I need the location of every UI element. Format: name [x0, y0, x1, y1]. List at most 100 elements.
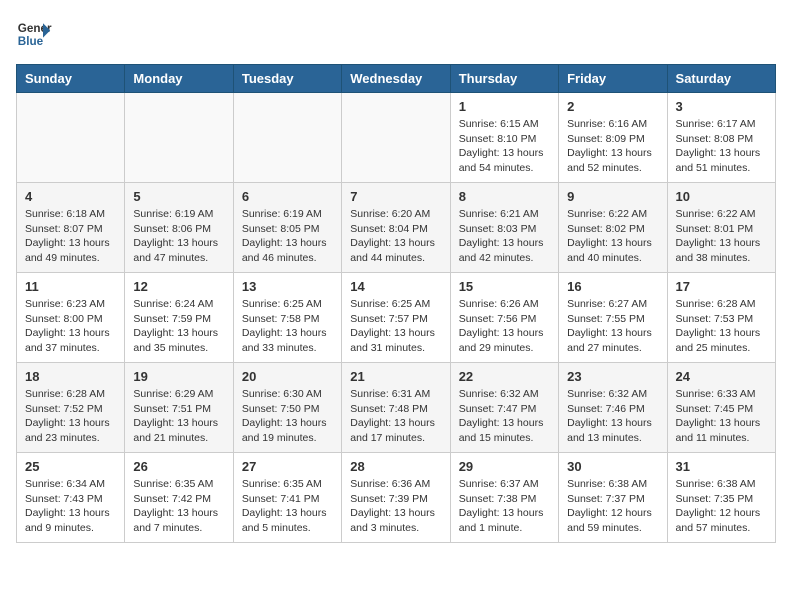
day-info: Sunrise: 6:28 AM Sunset: 7:52 PM Dayligh…	[25, 387, 116, 446]
day-number: 4	[25, 189, 116, 204]
day-info: Sunrise: 6:21 AM Sunset: 8:03 PM Dayligh…	[459, 207, 550, 266]
calendar-cell: 31Sunrise: 6:38 AM Sunset: 7:35 PM Dayli…	[667, 453, 775, 543]
day-number: 18	[25, 369, 116, 384]
day-number: 10	[676, 189, 767, 204]
day-info: Sunrise: 6:15 AM Sunset: 8:10 PM Dayligh…	[459, 117, 550, 176]
day-info: Sunrise: 6:33 AM Sunset: 7:45 PM Dayligh…	[676, 387, 767, 446]
day-number: 9	[567, 189, 658, 204]
day-info: Sunrise: 6:30 AM Sunset: 7:50 PM Dayligh…	[242, 387, 333, 446]
day-info: Sunrise: 6:23 AM Sunset: 8:00 PM Dayligh…	[25, 297, 116, 356]
calendar-cell: 19 Sunrise: 6:29 AM Sunset: 7:51 PM Dayli…	[125, 363, 233, 453]
calendar-cell: 2 Sunrise: 6:16 AM Sunset: 8:09 PM Daylig…	[559, 93, 667, 183]
day-number: 20	[242, 369, 333, 384]
day-info: Sunrise: 6:20 AM Sunset: 8:04 PM Dayligh…	[350, 207, 441, 266]
calendar-cell: 15Sunrise: 6:26 AM Sunset: 7:56 PM Dayli…	[450, 273, 558, 363]
day-info: Sunrise: 6:25 AM Sunset: 7:57 PM Dayligh…	[350, 297, 441, 356]
day-info: Sunrise: 6:25 AM Sunset: 7:58 PM Dayligh…	[242, 297, 333, 356]
day-number: 5	[133, 189, 224, 204]
calendar-cell: 22 Sunrise: 6:32 AM Sunset: 7:47 PM Dayli…	[450, 363, 558, 453]
day-number: 14	[350, 279, 441, 294]
weekday-header-wednesday: Wednesday	[342, 65, 450, 93]
day-info: Sunrise: 6:19 AM Sunset: 8:05 PM Dayligh…	[242, 207, 333, 266]
day-info: Sunrise: 6:34 AM Sunset: 7:43 PM Dayligh…	[25, 477, 116, 536]
calendar-cell: 14 Sunrise: 6:25 AM Sunset: 7:57 PM Dayli…	[342, 273, 450, 363]
calendar-cell: 28Sunrise: 6:36 AM Sunset: 7:39 PM Dayli…	[342, 453, 450, 543]
calendar-cell	[125, 93, 233, 183]
weekday-header-thursday: Thursday	[450, 65, 558, 93]
day-number: 26	[133, 459, 224, 474]
calendar-cell: 5 Sunrise: 6:19 AM Sunset: 8:06 PM Daylig…	[125, 183, 233, 273]
day-number: 22	[459, 369, 550, 384]
day-number: 27	[242, 459, 333, 474]
calendar-cell: 8 Sunrise: 6:21 AM Sunset: 8:03 PM Daylig…	[450, 183, 558, 273]
page-header: General Blue	[16, 16, 776, 52]
day-number: 15	[459, 279, 550, 294]
day-number: 21	[350, 369, 441, 384]
day-info: Sunrise: 6:32 AM Sunset: 7:47 PM Dayligh…	[459, 387, 550, 446]
day-number: 29	[459, 459, 550, 474]
day-info: Sunrise: 6:36 AM Sunset: 7:39 PM Dayligh…	[350, 477, 441, 536]
calendar-cell	[342, 93, 450, 183]
day-info: Sunrise: 6:35 AM Sunset: 7:42 PM Dayligh…	[133, 477, 224, 536]
weekday-header-monday: Monday	[125, 65, 233, 93]
day-number: 23	[567, 369, 658, 384]
day-info: Sunrise: 6:18 AM Sunset: 8:07 PM Dayligh…	[25, 207, 116, 266]
day-number: 16	[567, 279, 658, 294]
day-number: 19	[133, 369, 224, 384]
logo: General Blue	[16, 16, 56, 52]
day-info: Sunrise: 6:38 AM Sunset: 7:37 PM Dayligh…	[567, 477, 658, 536]
calendar-cell: 25 Sunrise: 6:34 AM Sunset: 7:43 PM Dayli…	[17, 453, 125, 543]
calendar-week-5: 25 Sunrise: 6:34 AM Sunset: 7:43 PM Dayli…	[17, 453, 776, 543]
calendar-cell: 26 Sunrise: 6:35 AM Sunset: 7:42 PM Dayli…	[125, 453, 233, 543]
day-info: Sunrise: 6:35 AM Sunset: 7:41 PM Dayligh…	[242, 477, 333, 536]
day-info: Sunrise: 6:19 AM Sunset: 8:06 PM Dayligh…	[133, 207, 224, 266]
day-info: Sunrise: 6:29 AM Sunset: 7:51 PM Dayligh…	[133, 387, 224, 446]
day-number: 13	[242, 279, 333, 294]
calendar-cell: 3Sunrise: 6:17 AM Sunset: 8:08 PM Daylig…	[667, 93, 775, 183]
calendar-cell: 12 Sunrise: 6:24 AM Sunset: 7:59 PM Dayli…	[125, 273, 233, 363]
day-info: Sunrise: 6:28 AM Sunset: 7:53 PM Dayligh…	[676, 297, 767, 356]
day-number: 8	[459, 189, 550, 204]
calendar-cell: 27 Sunrise: 6:35 AM Sunset: 7:41 PM Dayli…	[233, 453, 341, 543]
day-info: Sunrise: 6:32 AM Sunset: 7:46 PM Dayligh…	[567, 387, 658, 446]
calendar-cell: 18 Sunrise: 6:28 AM Sunset: 7:52 PM Dayli…	[17, 363, 125, 453]
calendar-table: SundayMondayTuesdayWednesdayThursdayFrid…	[16, 64, 776, 543]
day-number: 6	[242, 189, 333, 204]
calendar-cell: 21 Sunrise: 6:31 AM Sunset: 7:48 PM Dayli…	[342, 363, 450, 453]
day-number: 25	[25, 459, 116, 474]
day-info: Sunrise: 6:24 AM Sunset: 7:59 PM Dayligh…	[133, 297, 224, 356]
calendar-cell: 11 Sunrise: 6:23 AM Sunset: 8:00 PM Dayli…	[17, 273, 125, 363]
day-number: 12	[133, 279, 224, 294]
day-number: 24	[676, 369, 767, 384]
calendar-cell: 20 Sunrise: 6:30 AM Sunset: 7:50 PM Dayli…	[233, 363, 341, 453]
day-number: 3	[676, 99, 767, 114]
day-number: 7	[350, 189, 441, 204]
day-number: 31	[676, 459, 767, 474]
weekday-header-tuesday: Tuesday	[233, 65, 341, 93]
calendar-cell: 1Sunrise: 6:15 AM Sunset: 8:10 PM Daylig…	[450, 93, 558, 183]
svg-text:Blue: Blue	[18, 35, 44, 48]
calendar-cell: 16Sunrise: 6:27 AM Sunset: 7:55 PM Dayli…	[559, 273, 667, 363]
calendar-cell	[233, 93, 341, 183]
day-info: Sunrise: 6:37 AM Sunset: 7:38 PM Dayligh…	[459, 477, 550, 536]
day-number: 11	[25, 279, 116, 294]
calendar-cell: 13 Sunrise: 6:25 AM Sunset: 7:58 PM Dayli…	[233, 273, 341, 363]
weekday-header-friday: Friday	[559, 65, 667, 93]
calendar-cell	[17, 93, 125, 183]
day-info: Sunrise: 6:16 AM Sunset: 8:09 PM Dayligh…	[567, 117, 658, 176]
calendar-cell: 29 Sunrise: 6:37 AM Sunset: 7:38 PM Dayli…	[450, 453, 558, 543]
calendar-cell: 7 Sunrise: 6:20 AM Sunset: 8:04 PM Daylig…	[342, 183, 450, 273]
calendar-week-4: 18 Sunrise: 6:28 AM Sunset: 7:52 PM Dayli…	[17, 363, 776, 453]
calendar-cell: 4 Sunrise: 6:18 AM Sunset: 8:07 PM Daylig…	[17, 183, 125, 273]
weekday-header-row: SundayMondayTuesdayWednesdayThursdayFrid…	[17, 65, 776, 93]
calendar-cell: 9Sunrise: 6:22 AM Sunset: 8:02 PM Daylig…	[559, 183, 667, 273]
day-number: 2	[567, 99, 658, 114]
day-info: Sunrise: 6:22 AM Sunset: 8:01 PM Dayligh…	[676, 207, 767, 266]
calendar-cell: 17Sunrise: 6:28 AM Sunset: 7:53 PM Dayli…	[667, 273, 775, 363]
day-info: Sunrise: 6:31 AM Sunset: 7:48 PM Dayligh…	[350, 387, 441, 446]
weekday-header-saturday: Saturday	[667, 65, 775, 93]
weekday-header-sunday: Sunday	[17, 65, 125, 93]
calendar-cell: 23 Sunrise: 6:32 AM Sunset: 7:46 PM Dayli…	[559, 363, 667, 453]
calendar-week-1: 1Sunrise: 6:15 AM Sunset: 8:10 PM Daylig…	[17, 93, 776, 183]
calendar-week-2: 4 Sunrise: 6:18 AM Sunset: 8:07 PM Daylig…	[17, 183, 776, 273]
